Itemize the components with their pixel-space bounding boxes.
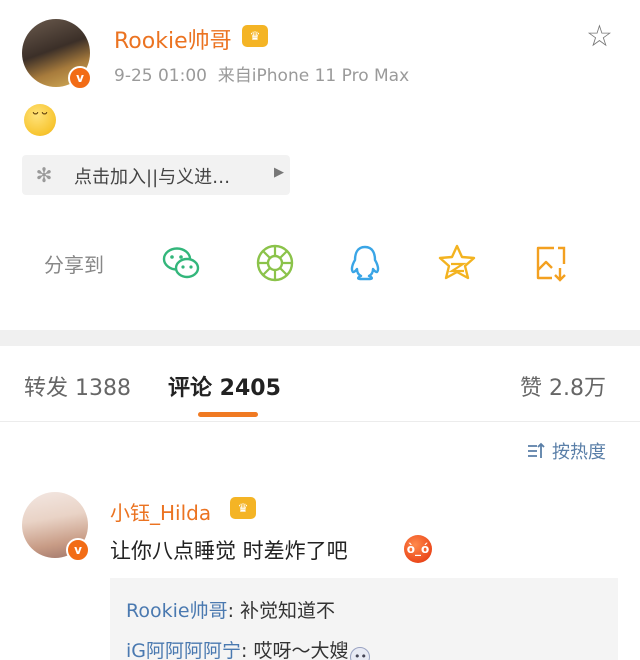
play-arrow-icon: ▶	[274, 165, 284, 180]
reply-separator: :	[227, 600, 241, 622]
moments-icon[interactable]	[254, 242, 296, 284]
author-name[interactable]: Rookie帅哥	[114, 23, 232, 55]
wechat-icon[interactable]	[160, 242, 202, 284]
section-divider	[0, 330, 640, 346]
ghost-emoji-icon: ••	[350, 647, 371, 660]
vip-crown-icon[interactable]: ♛	[230, 497, 256, 519]
reply-separator: :	[241, 640, 254, 660]
vip-crown-icon[interactable]: ♛	[242, 25, 268, 47]
verified-badge-icon: v	[68, 66, 92, 90]
reply-text: 哎呀～大嫂	[253, 640, 349, 660]
save-image-icon[interactable]	[530, 242, 572, 284]
post-source: 来自iPhone 11 Pro Max	[217, 66, 410, 86]
sort-label: 按热度	[552, 442, 606, 463]
sort-by-hot-button[interactable]: 按热度	[526, 438, 606, 464]
qzone-icon[interactable]	[436, 242, 478, 284]
post-meta: 9-25 01:00 来自iPhone 11 Pro Max	[114, 61, 409, 86]
sort-icon	[528, 442, 545, 458]
commenter-name[interactable]: 小钰_Hilda	[110, 497, 211, 526]
share-label: 分享到	[44, 253, 104, 277]
tab-comment[interactable]: 评论 2405	[168, 370, 281, 402]
reply-item[interactable]: iG阿阿阿阿宁: 哎呀～大嫂 ••	[126, 636, 371, 660]
tab-repost[interactable]: 转发 1388	[24, 370, 131, 402]
sleepy-face-emoji-icon: ˘˘	[24, 104, 56, 136]
qq-icon[interactable]	[344, 242, 386, 284]
reply-author[interactable]: iG阿阿阿阿宁	[126, 640, 241, 660]
tab-like[interactable]: 赞 2.8万	[520, 370, 606, 402]
reply-thread[interactable]: Rookie帅哥: 补觉知道不 iG阿阿阿阿宁: 哎呀～大嫂 ••	[110, 578, 618, 660]
reply-author[interactable]: Rookie帅哥	[126, 600, 228, 622]
post-time: 9-25 01:00	[114, 66, 207, 86]
supertopic-chip[interactable]: ✻ 点击加入||与义进… ▶	[22, 155, 290, 195]
post-card: v Rookie帅哥 ♛ 9-25 01:00 来自iPhone 11 Pro …	[0, 0, 640, 330]
reply-text: 补觉知道不	[240, 600, 336, 622]
comment-text: 让你八点睡觉 时差炸了吧	[110, 539, 348, 563]
reply-item[interactable]: Rookie帅哥: 补觉知道不	[126, 596, 335, 623]
favorite-star-icon[interactable]: ☆	[586, 22, 613, 52]
post-tabs: 转发 1388 评论 2405 赞 2.8万	[0, 346, 640, 422]
supertopic-icon: ✻	[35, 163, 53, 187]
active-tab-indicator	[198, 412, 258, 417]
verified-badge-icon: v	[66, 538, 90, 562]
supertopic-label: 点击加入||与义进…	[74, 167, 231, 188]
angry-face-emoji-icon: ò_ó	[404, 535, 432, 563]
